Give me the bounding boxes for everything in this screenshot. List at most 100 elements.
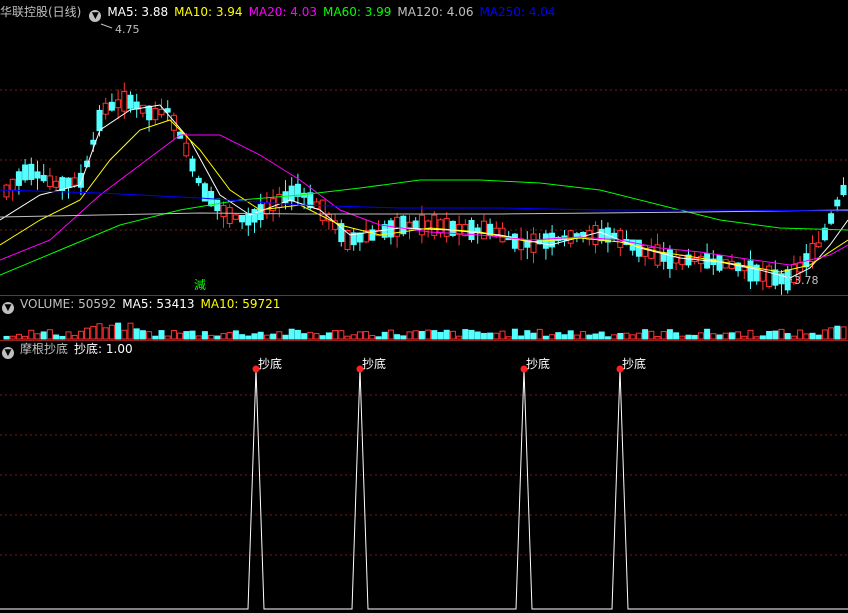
candle-up xyxy=(679,254,686,266)
volume-bar-down xyxy=(232,330,239,340)
volume-bar-down xyxy=(139,330,146,340)
volume-bar-down xyxy=(183,331,190,340)
volume-bar-down xyxy=(598,331,605,340)
candlestick-chart[interactable]: 4.75 3.78 減 xyxy=(0,20,848,295)
volume-bar-down xyxy=(728,332,735,340)
candle-down xyxy=(15,171,22,186)
candle-up xyxy=(530,233,537,253)
volume-bar-down xyxy=(201,331,208,340)
volume-bar-up xyxy=(307,331,314,340)
volume-bar-down xyxy=(759,335,766,340)
candle-up xyxy=(406,221,413,229)
signal-label: 抄底 xyxy=(258,357,282,371)
volume-bar-down xyxy=(673,332,680,340)
volume-bar-down xyxy=(518,335,525,340)
volume-bar-up xyxy=(276,331,283,340)
volume-bar-down xyxy=(716,334,723,340)
volume-bar-up xyxy=(828,327,835,340)
volume-bar-up xyxy=(753,336,760,340)
volume-bar-down xyxy=(462,329,469,340)
volume-bar-up xyxy=(96,323,103,340)
ma250-line xyxy=(0,189,848,212)
volume-bar-up xyxy=(220,333,227,340)
volume-bar-down xyxy=(282,334,289,340)
volume-bar-down xyxy=(270,333,277,340)
candle-down xyxy=(195,177,202,184)
volume-bar-down xyxy=(666,329,673,340)
volume-bar-up xyxy=(505,336,512,340)
candle-up xyxy=(152,107,159,121)
indicator-chart[interactable]: 抄底 抄底 抄底 抄底 xyxy=(0,357,848,613)
indicator-line xyxy=(0,368,848,610)
volume-bar-up xyxy=(679,335,686,340)
volume-bar-down xyxy=(214,335,221,340)
volume-bar-up xyxy=(629,334,636,340)
candle-up xyxy=(139,104,146,114)
signal-label: 抄底 xyxy=(622,357,646,371)
volume-bar-up xyxy=(90,325,97,340)
candle-down xyxy=(666,249,673,269)
volume-bar-up xyxy=(344,335,351,340)
volume-bar-down xyxy=(152,335,159,340)
volume-bar-up xyxy=(195,335,202,340)
volume-bar-down xyxy=(115,322,122,340)
volume-bar-up xyxy=(741,335,748,340)
volume-bar-up xyxy=(580,331,587,340)
ma5-line xyxy=(0,104,848,279)
candle-up xyxy=(71,177,78,186)
candle-down xyxy=(245,213,252,226)
signal-label: 抄底 xyxy=(362,357,386,371)
volume-bar-down xyxy=(375,336,382,340)
volume-bar-down xyxy=(294,329,301,340)
volume-bar-up xyxy=(735,331,742,340)
candle-down xyxy=(828,213,835,224)
candle-up xyxy=(102,102,109,115)
candle-down xyxy=(40,175,47,182)
volume-bar-down xyxy=(288,328,295,340)
volume-bar-up xyxy=(108,324,115,340)
volume-bar-up xyxy=(648,330,655,340)
volume-bar-up xyxy=(356,331,363,340)
volume-bar-down xyxy=(431,330,438,340)
candle-up xyxy=(480,220,487,240)
candle-down xyxy=(468,220,475,240)
volume-bar-down xyxy=(617,332,624,340)
indicator-name: 摩根抄底 xyxy=(20,342,69,356)
volume-bar-up xyxy=(46,329,53,340)
volume-bar-up xyxy=(208,334,215,340)
volume-bar-up xyxy=(177,332,184,340)
volume-bar-up xyxy=(363,331,370,340)
volume-bar-down xyxy=(133,328,140,340)
candle-up xyxy=(592,224,599,246)
candle-up xyxy=(232,214,239,220)
volume-bar-down xyxy=(530,332,537,340)
volume-bar-down xyxy=(561,334,568,340)
volume-bar-up xyxy=(369,335,376,340)
candle-up xyxy=(115,99,122,109)
volume-bar-down xyxy=(53,334,60,340)
volume-bar-up xyxy=(412,330,419,340)
volume-bar-down xyxy=(604,336,611,340)
candle-down xyxy=(108,101,115,111)
volume-bar-up xyxy=(710,333,717,340)
volume-bar-up xyxy=(493,332,500,340)
volume-ma5-label: MA5: 53413 xyxy=(122,297,195,311)
volume-bar-up xyxy=(797,329,804,340)
candle-down xyxy=(96,109,103,132)
candle-up xyxy=(226,207,233,225)
volume-bar-up xyxy=(456,335,463,340)
stock-name[interactable]: 华联控股(日线) xyxy=(0,5,81,19)
candle-down xyxy=(28,163,35,180)
candle-up xyxy=(815,242,822,248)
candle-up xyxy=(418,214,425,236)
volume-chart[interactable] xyxy=(0,312,848,340)
candle-down xyxy=(133,101,140,110)
candle-down xyxy=(22,164,29,181)
volume-bar-up xyxy=(747,329,754,340)
volume-bar-down xyxy=(815,334,822,340)
volume-bar-up xyxy=(146,331,153,340)
volume-bar-down xyxy=(40,331,47,340)
volume-bar-down xyxy=(511,328,518,340)
candle-down xyxy=(239,214,246,223)
candle-down xyxy=(412,220,419,230)
